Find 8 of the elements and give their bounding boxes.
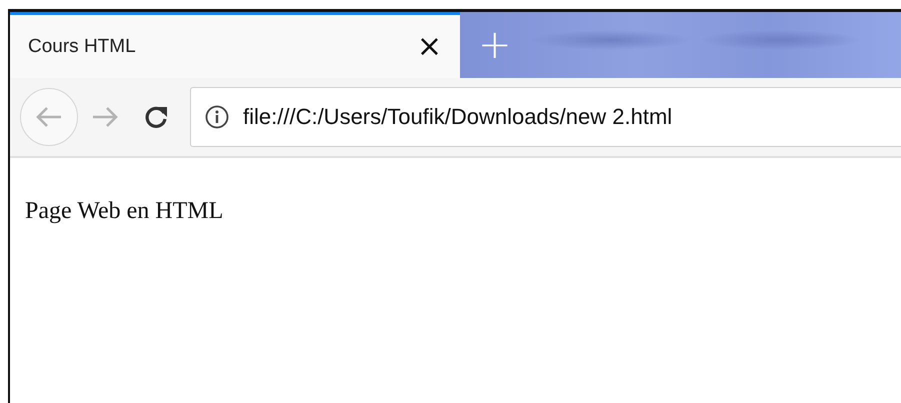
back-arrow-icon <box>35 105 63 129</box>
forward-arrow-icon <box>91 105 119 129</box>
address-field[interactable]: file:///C:/Users/Toufik/Downloads/new 2.html <box>190 87 901 147</box>
info-icon <box>205 105 229 129</box>
reload-icon <box>143 104 169 130</box>
browser-tab[interactable]: Cours HTML × <box>10 12 460 78</box>
page-text: Page Web en HTML <box>25 198 224 225</box>
close-tab-button[interactable]: × <box>412 32 446 62</box>
